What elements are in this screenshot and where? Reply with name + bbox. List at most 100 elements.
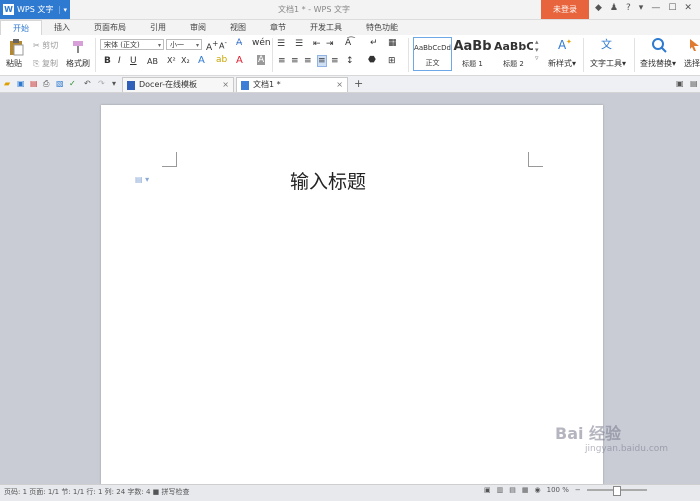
open-icon[interactable]: ▰	[4, 79, 10, 88]
line-spacing-icon[interactable]: ↕	[346, 56, 354, 66]
print-preview-icon[interactable]: ▧	[56, 79, 64, 88]
read-mode-icon[interactable]: ▥	[497, 486, 504, 494]
close-icon[interactable]: ×	[336, 78, 343, 92]
style-heading-2[interactable]: AaBbC 标题 2	[494, 37, 533, 71]
tab-menu-icon[interactable]: ▤	[690, 79, 698, 88]
styles-scroll-icon[interactable]: ▴ ▾ ▿	[535, 38, 539, 62]
paragraph-layout-icon[interactable]: ▤ ▾	[135, 175, 149, 184]
web-layout-icon[interactable]: ▦	[522, 486, 529, 494]
border-icon[interactable]: ⊞	[388, 56, 396, 66]
tab-document-1[interactable]: 文档1 * ×	[236, 77, 348, 92]
highlight-icon[interactable]: ab	[216, 55, 227, 65]
find-replace-icon[interactable]	[651, 37, 667, 55]
font-color-icon[interactable]: A	[236, 55, 243, 66]
tab-list-icon[interactable]: ▣	[676, 79, 684, 88]
paste-button[interactable]: 粘贴	[6, 58, 22, 69]
format-painter-icon[interactable]	[71, 39, 85, 55]
font-name-select[interactable]: 宋体 (正文) ▾	[100, 39, 164, 50]
chinese-layout-icon[interactable]: A͡	[345, 38, 351, 48]
align-left-icon[interactable]: ≡	[278, 56, 286, 66]
undo-icon[interactable]: ↶	[84, 79, 91, 88]
new-style-icon[interactable]: A ✦	[556, 37, 572, 53]
font-size-select[interactable]: 小一 ▾	[166, 39, 202, 50]
distribute-icon[interactable]: ≡	[331, 56, 339, 66]
app-menu-button[interactable]: W WPS 文字 ▾	[0, 0, 70, 19]
tab-0[interactable]: 开始	[0, 20, 42, 36]
spellcheck-icon[interactable]: ✓	[69, 79, 76, 88]
skin-icon[interactable]: ◆	[595, 3, 602, 13]
show-marks-icon[interactable]: ↵	[370, 38, 378, 48]
eye-icon[interactable]: ◉	[535, 486, 541, 494]
tab-5[interactable]: 视图	[218, 20, 258, 35]
format-painter-button[interactable]: 格式刷	[66, 58, 90, 69]
document-heading[interactable]: 输入标题	[290, 167, 366, 194]
shrink-font-icon[interactable]: A-	[219, 39, 227, 51]
zoom-out-icon[interactable]: −	[575, 486, 581, 494]
new-style-button[interactable]: 新样式▾	[548, 58, 576, 69]
ribbon: 粘贴 ✂ 剪切 ⎘ 复制 格式刷 宋体 (正文) ▾ 小一 ▾ A+ A- A̶ w…	[0, 35, 700, 76]
user-icon[interactable]: ♟	[610, 3, 618, 13]
select-icon[interactable]	[689, 38, 700, 54]
paste-icon[interactable]	[8, 38, 24, 58]
tab-1[interactable]: 插入	[42, 20, 82, 35]
numbered-list-icon[interactable]: ☰	[295, 39, 303, 49]
style-heading-1[interactable]: AaBb 标题 1	[453, 37, 492, 71]
strikethrough-icon[interactable]: AB	[147, 57, 158, 66]
char-shading-icon[interactable]: A	[257, 55, 266, 65]
zoom-slider-handle[interactable]	[612, 486, 621, 496]
increase-indent-icon[interactable]: ⇥	[326, 39, 334, 49]
bold-icon[interactable]: B	[104, 56, 111, 66]
pdf-icon[interactable]: ▤	[30, 79, 38, 88]
new-tab-icon[interactable]: +	[354, 77, 363, 90]
style-label: 标题 1	[462, 60, 483, 68]
divider	[95, 38, 96, 72]
cut-button[interactable]: ✂ 剪切	[33, 40, 58, 51]
style-normal[interactable]: AaBbCcDd 正文	[413, 37, 452, 71]
clear-format-icon[interactable]: A̶	[236, 38, 242, 48]
decrease-indent-icon[interactable]: ⇤	[313, 39, 321, 49]
bullet-list-icon[interactable]: ☰	[277, 39, 285, 49]
find-replace-button[interactable]: 查找替换▾	[640, 58, 676, 69]
subscript-icon[interactable]: X₂	[181, 56, 190, 65]
minimize-icon[interactable]: —	[651, 3, 660, 13]
phonetic-icon[interactable]: wén	[252, 38, 271, 48]
align-right-icon[interactable]: ≡	[304, 56, 312, 66]
menu-tabs: 开始 插入 页面布局 引用 审阅 视图 章节 开发工具 特色功能	[0, 20, 700, 36]
tab-docer-templates[interactable]: Docer-在线模板 ×	[122, 77, 234, 92]
document-page[interactable]: ▤ ▾ 输入标题	[101, 105, 603, 485]
text-effect-icon[interactable]: A	[198, 55, 205, 66]
tab-3[interactable]: 引用	[138, 20, 178, 35]
outline-icon[interactable]: ▤	[509, 486, 516, 494]
redo-icon[interactable]: ↷	[98, 79, 105, 88]
login-button[interactable]: 未登录	[541, 0, 589, 19]
tab-7[interactable]: 开发工具	[298, 20, 354, 35]
copy-button[interactable]: ⎘ 复制	[33, 58, 58, 69]
tab-6[interactable]: 章节	[258, 20, 298, 35]
underline-icon[interactable]: U	[130, 56, 137, 66]
tab-2[interactable]: 页面布局	[82, 20, 138, 35]
justify-icon[interactable]: ≡	[317, 55, 327, 67]
save-icon[interactable]: ▣	[17, 79, 25, 88]
tab-8[interactable]: 特色功能	[354, 20, 410, 35]
grow-font-icon[interactable]: A+	[206, 39, 218, 53]
view-mode-icon[interactable]: ▣	[484, 486, 491, 494]
font-size-value: 小一	[170, 41, 184, 49]
text-tools-icon[interactable]: 文	[600, 37, 616, 53]
maximize-icon[interactable]: ☐	[668, 3, 676, 13]
print-icon[interactable]: ⎙	[43, 79, 49, 89]
ribbon-toggle-icon[interactable]: ▾	[639, 3, 644, 13]
select-button[interactable]: 选择	[684, 58, 700, 69]
cut-label: 剪切	[42, 41, 59, 50]
text-tools-button[interactable]: 文字工具▾	[590, 58, 626, 69]
table-icon[interactable]: ▦	[388, 38, 397, 48]
help-button[interactable]: ?	[626, 3, 631, 13]
zoom-slider[interactable]	[586, 486, 647, 496]
align-center-icon[interactable]: ≡	[291, 56, 299, 66]
close-icon[interactable]: ×	[222, 78, 229, 92]
close-icon[interactable]: ✕	[684, 3, 692, 13]
italic-icon[interactable]: I	[118, 56, 121, 66]
superscript-icon[interactable]: X²	[167, 56, 176, 65]
shading-icon[interactable]: ⬣	[368, 55, 376, 65]
tab-4[interactable]: 审阅	[178, 20, 218, 35]
quick-access-menu-icon[interactable]: ▾	[112, 79, 116, 88]
